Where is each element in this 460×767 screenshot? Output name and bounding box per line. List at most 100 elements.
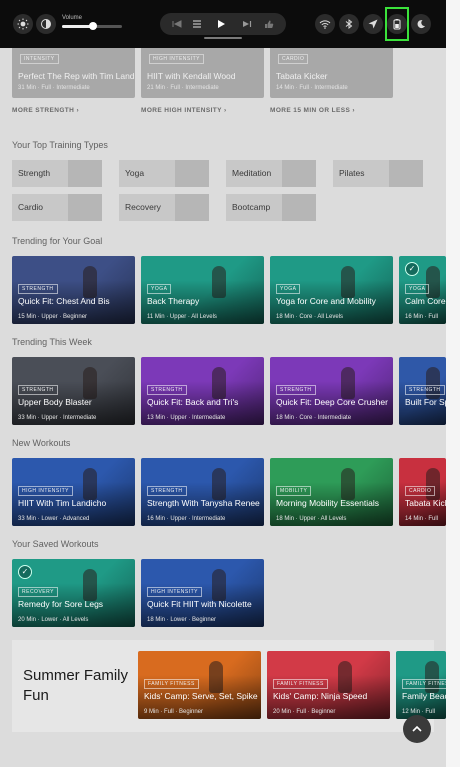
category-badge: FAMILY FITNESS: [402, 679, 446, 689]
category-badge: STRENGTH: [276, 385, 316, 395]
contrast-icon[interactable]: [36, 14, 56, 34]
workout-title: Family Beach: [402, 691, 446, 701]
workout-meta: 18 Min · Core · Intermediate: [276, 415, 352, 421]
workout-meta: 33 Min · Upper · Intermediate: [18, 415, 97, 421]
volume-slider-handle[interactable]: [89, 22, 98, 30]
volume-label: Volume: [62, 15, 83, 21]
workout-title: Calm Core: [405, 296, 446, 306]
workout-card[interactable]: HIGH INTENSITY HIIT with Kendall Wood 21…: [141, 48, 264, 98]
workout-meta: 11 Min · Upper · All Levels: [147, 314, 217, 320]
workout-card[interactable]: YOGA Yoga for Core and Mobility 18 Min · C…: [270, 256, 393, 324]
workout-title: Perfect The Rep with Tim Landicho: [18, 71, 135, 81]
workout-card[interactable]: INTENSITY Perfect The Rep with Tim Landi…: [12, 48, 135, 98]
workout-card[interactable]: ✓ YOGA Calm Core 16 Min · Full: [399, 256, 446, 324]
section-title: Your Top Training Types: [12, 140, 108, 150]
category-badge: CARDIO: [405, 486, 436, 496]
more-high-intensity-link[interactable]: MORE HIGH INTENSITY ›: [141, 107, 227, 114]
chip-pilates[interactable]: Pilates: [333, 160, 423, 187]
brightness-icon[interactable]: [13, 14, 33, 34]
workout-card[interactable]: YOGA Back Therapy 11 Min · Upper · All Lev…: [141, 256, 264, 324]
workout-title: Tabata Kickb: [405, 498, 446, 508]
chip-yoga[interactable]: Yoga: [119, 160, 209, 187]
workout-meta: 20 Min · Lower · All Levels: [18, 617, 89, 623]
workout-title: Built For Speed Rodonis: [405, 397, 446, 407]
control-bar: Volume: [0, 0, 446, 48]
chip-cardio[interactable]: Cardio: [12, 194, 102, 221]
workout-card[interactable]: STRENGTH Built For Speed Rodonis: [399, 357, 446, 425]
more-strength-link[interactable]: MORE STRENGTH ›: [12, 107, 79, 114]
workout-card[interactable]: MOBILITY Morning Mobility Essentials 18 Mi…: [270, 458, 393, 526]
workout-meta: 18 Min · Lower · Beginner: [147, 617, 217, 623]
volume-slider[interactable]: [62, 22, 122, 30]
section-title: Your Saved Workouts: [12, 539, 99, 549]
workout-card[interactable]: HIGH INTENSITY HIIT With Tim Landicho 33 M…: [12, 458, 135, 526]
completed-check-icon: ✓: [18, 565, 32, 579]
wifi-icon[interactable]: [315, 14, 335, 34]
workout-meta: 18 Min · Core · All Levels: [276, 314, 344, 320]
workout-card[interactable]: CARDIO Tabata Kickb 14 Min · Full: [399, 458, 446, 526]
workout-meta: 14 Min · Full · Intermediate: [276, 85, 348, 91]
sleep-icon[interactable]: [411, 14, 431, 34]
scroll-to-top-button[interactable]: [403, 715, 431, 743]
workout-meta: 31 Min · Full · Intermediate: [18, 85, 90, 91]
workout-card[interactable]: STRENGTH Quick Fit: Chest And Bis 15 Min ·…: [12, 256, 135, 324]
skip-icon[interactable]: [236, 13, 258, 35]
workout-title: Remedy for Sore Legs: [18, 599, 104, 609]
workout-title: Upper Body Blaster: [18, 397, 92, 407]
banner-title: Summer Family Fun: [23, 667, 129, 704]
workout-card[interactable]: ✓ RECOVERY Remedy for Sore Legs 20 Min · Lo…: [12, 559, 135, 627]
bluetooth-icon[interactable]: [339, 14, 359, 34]
app-page: Volume INTENSITY Perfect The Rep with Ti…: [0, 0, 446, 767]
category-badge: STRENGTH: [147, 385, 187, 395]
workout-card[interactable]: STRENGTH Quick Fit: Deep Core Crusher 18 M…: [270, 357, 393, 425]
workout-card[interactable]: FAMILY FITNESS Kids' Camp: Ninja Speed 20 …: [267, 651, 390, 719]
chip-bootcamp[interactable]: Bootcamp: [226, 194, 316, 221]
workout-title: Strength With Tanysha Renee: [147, 498, 260, 508]
drag-handle[interactable]: [204, 37, 242, 39]
like-icon[interactable]: [258, 13, 280, 35]
category-badge: STRENGTH: [147, 486, 187, 496]
workout-title: Back Therapy: [147, 296, 200, 306]
chip-meditation[interactable]: Meditation: [226, 160, 316, 187]
workout-title: HIIT With Tim Landicho: [18, 498, 107, 508]
workout-meta: 20 Min · Full · Beginner: [273, 709, 336, 715]
workout-card[interactable]: STRENGTH Strength With Tanysha Renee 16 Mi…: [141, 458, 264, 526]
workout-card[interactable]: STRENGTH Quick Fit: Back and Tri's 13 Min …: [141, 357, 264, 425]
section-title: Trending for Your Goal: [12, 236, 103, 246]
workout-meta: 18 Min · Upper · All Levels: [276, 516, 347, 522]
workout-meta: 14 Min · Full: [405, 516, 439, 522]
category-badge: FAMILY FITNESS: [273, 679, 328, 689]
chip-strength[interactable]: Strength: [12, 160, 102, 187]
play-icon[interactable]: [210, 13, 232, 35]
category-badge: YOGA: [147, 284, 172, 294]
location-icon[interactable]: [363, 14, 383, 34]
workout-meta: 16 Min · Upper · Intermediate: [147, 516, 226, 522]
workout-title: HIIT with Kendall Wood: [147, 71, 236, 81]
section-title: New Workouts: [12, 438, 71, 448]
highlight-box: [385, 7, 409, 41]
category-badge: STRENGTH: [18, 385, 58, 395]
workout-card[interactable]: FAMILY FITNESSFamily Beach12 Min · Full: [396, 651, 446, 719]
workout-card[interactable]: CARDIO Tabata Kicker 14 Min · Full · Int…: [270, 48, 393, 98]
section-title: Trending This Week: [12, 337, 92, 347]
category-badge: STRENGTH: [18, 284, 58, 294]
category-badge: HIGH INTENSITY: [147, 587, 203, 597]
category-badge: STRENGTH: [405, 385, 445, 395]
workout-card[interactable]: FAMILY FITNESS Kids' Camp: Serve, Set, Sp…: [138, 651, 261, 719]
category-badge: HIGH INTENSITY: [149, 54, 205, 64]
category-badge: CARDIO: [278, 54, 309, 64]
queue-icon[interactable]: [186, 13, 208, 35]
workout-title: Kids' Camp: Ninja Speed: [273, 691, 368, 701]
more-15-min-link[interactable]: MORE 15 MIN OR LESS ›: [270, 107, 355, 114]
chip-recovery[interactable]: Recovery: [119, 194, 209, 221]
workout-title: Quick Fit: Deep Core Crusher: [276, 397, 388, 407]
workout-card[interactable]: HIGH INTENSITY Quick Fit HIIT with Nicole…: [141, 559, 264, 627]
scrollbar-track[interactable]: [446, 0, 460, 767]
completed-check-icon: ✓: [405, 262, 419, 276]
workout-meta: 13 Min · Upper · Intermediate: [147, 415, 226, 421]
chevron-up-icon: [412, 725, 422, 732]
workout-card[interactable]: STRENGTH Upper Body Blaster 33 Min · Upper…: [12, 357, 135, 425]
previous-icon[interactable]: [166, 13, 188, 35]
workout-title: Yoga for Core and Mobility: [276, 296, 376, 306]
category-badge: RECOVERY: [18, 587, 58, 597]
